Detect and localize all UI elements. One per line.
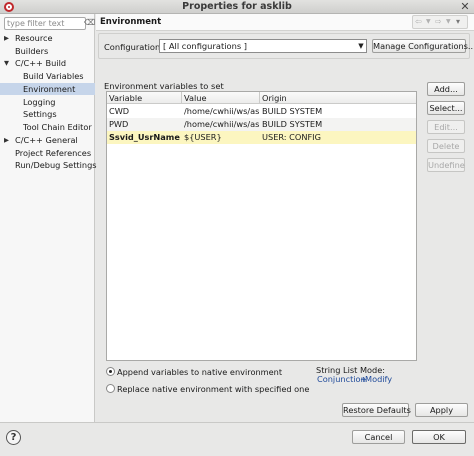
tree-item-run-debug-settings[interactable]: Run/Debug Settings	[15, 159, 97, 171]
delete-button[interactable]: Delete	[427, 139, 465, 153]
cell-origin: USER: CONFIG	[262, 132, 321, 142]
configuration-select[interactable]: [ All configurations ]	[159, 39, 367, 53]
forward-dropdown-icon[interactable]: ▼	[446, 16, 451, 28]
cell-variable: Ssvid_UsrName	[109, 132, 180, 142]
string-list-modify: Modify	[365, 374, 393, 384]
table-row[interactable]: CWD /home/cwhii/ws/ask BUILD SYSTEM	[107, 105, 416, 118]
add-button[interactable]: Add...	[427, 82, 465, 96]
append-radio-label[interactable]: Append variables to native environment	[117, 367, 282, 377]
expand-arrow-icon[interactable]: ▶	[4, 32, 9, 44]
append-radio[interactable]	[106, 367, 115, 376]
tree-item-settings[interactable]: Settings	[23, 108, 57, 120]
footer-divider	[0, 422, 474, 423]
env-variables-table[interactable]: Variable Value Origin CWD /home/cwhii/ws…	[106, 91, 417, 361]
cell-variable: CWD	[109, 106, 130, 116]
tree-item-build-variables[interactable]: Build Variables	[23, 70, 84, 82]
cell-value: ${USER}	[184, 132, 222, 142]
manage-configurations-button[interactable]: Manage Configurations...	[372, 39, 474, 53]
window-title: Properties for asklib	[182, 1, 292, 12]
column-header-origin[interactable]: Origin	[260, 92, 416, 104]
back-dropdown-icon[interactable]: ▼	[426, 16, 431, 28]
column-header-variable[interactable]: Variable	[107, 92, 182, 104]
table-row[interactable]: PWD /home/cwhii/ws/ask BUILD SYSTEM	[107, 118, 416, 131]
close-icon[interactable]: ✕	[459, 0, 471, 13]
env-section-label: Environment variables to set	[104, 81, 224, 91]
edit-button[interactable]: Edit...	[427, 120, 465, 134]
collapse-arrow-icon[interactable]: ▼	[4, 57, 9, 69]
table-row[interactable]: Ssvid_UsrName ${USER} USER: CONFIG	[107, 131, 416, 144]
replace-radio[interactable]	[106, 384, 115, 393]
back-arrow-icon[interactable]: ⇦	[415, 16, 422, 28]
cell-value: /home/cwhii/ws/ask	[184, 119, 260, 129]
cell-origin: BUILD SYSTEM	[262, 106, 323, 116]
string-list-conjunction: Conjunction	[317, 374, 366, 384]
tree-item-cpp-general[interactable]: C/C++ General	[15, 134, 78, 146]
cell-variable: PWD	[109, 119, 129, 129]
clear-filter-icon[interactable]: ⌫	[84, 17, 95, 29]
cancel-button[interactable]: Cancel	[352, 430, 405, 444]
replace-radio-label[interactable]: Replace native environment with specifie…	[117, 384, 309, 394]
tree-item-cpp-build[interactable]: C/C++ Build	[15, 57, 66, 69]
ok-button[interactable]: OK	[412, 430, 466, 444]
cell-value: /home/cwhii/ws/ask	[184, 106, 260, 116]
configuration-label: Configuration:	[104, 42, 164, 52]
page-title: Environment	[100, 17, 162, 27]
chevron-down-icon[interactable]: ▼	[356, 40, 366, 52]
cell-origin: BUILD SYSTEM	[262, 119, 323, 129]
tree-item-project-references[interactable]: Project References	[15, 147, 91, 159]
tree-item-logging[interactable]: Logging	[23, 96, 55, 108]
view-menu-icon[interactable]: ▾	[456, 16, 460, 28]
expand-arrow-icon[interactable]: ▶	[4, 134, 9, 146]
forward-arrow-icon[interactable]: ⇨	[435, 16, 442, 28]
tree-item-builders[interactable]: Builders	[15, 45, 48, 57]
select-button[interactable]: Select...	[427, 101, 465, 115]
table-header: Variable Value Origin	[107, 92, 416, 104]
column-header-value[interactable]: Value	[182, 92, 260, 104]
help-icon[interactable]: ?	[6, 430, 21, 445]
tree-item-tool-chain-editor[interactable]: Tool Chain Editor	[23, 121, 92, 133]
undefine-button[interactable]: Undefine	[427, 158, 465, 172]
apply-button[interactable]: Apply	[415, 403, 468, 417]
tree-item-resource[interactable]: Resource	[15, 32, 53, 44]
restore-defaults-button[interactable]: Restore Defaults	[342, 403, 411, 417]
filter-input[interactable]	[4, 17, 86, 30]
tree-item-environment[interactable]: Environment	[23, 83, 75, 95]
